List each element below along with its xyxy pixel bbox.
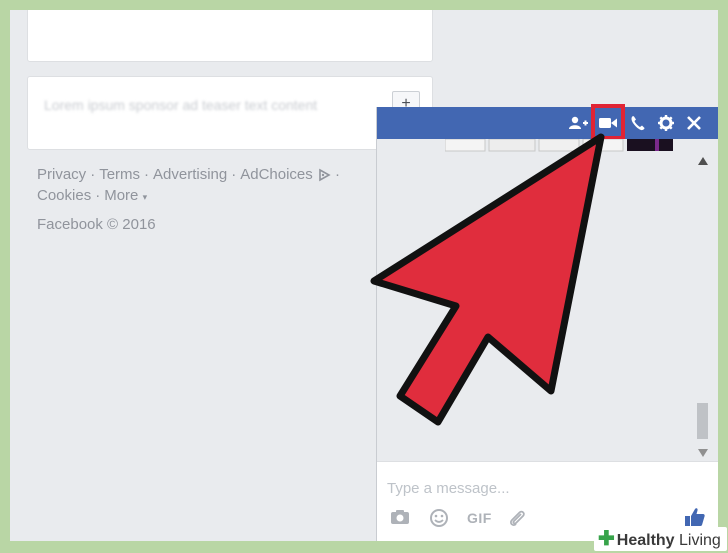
annotation-arrow (370, 133, 605, 426)
watermark-brand-1: Healthy (616, 532, 675, 549)
plus-icon: ✚ (598, 528, 615, 550)
watermark-brand-2: Living (679, 532, 721, 549)
watermark-logo: ✚ Healthy Living (594, 527, 727, 551)
